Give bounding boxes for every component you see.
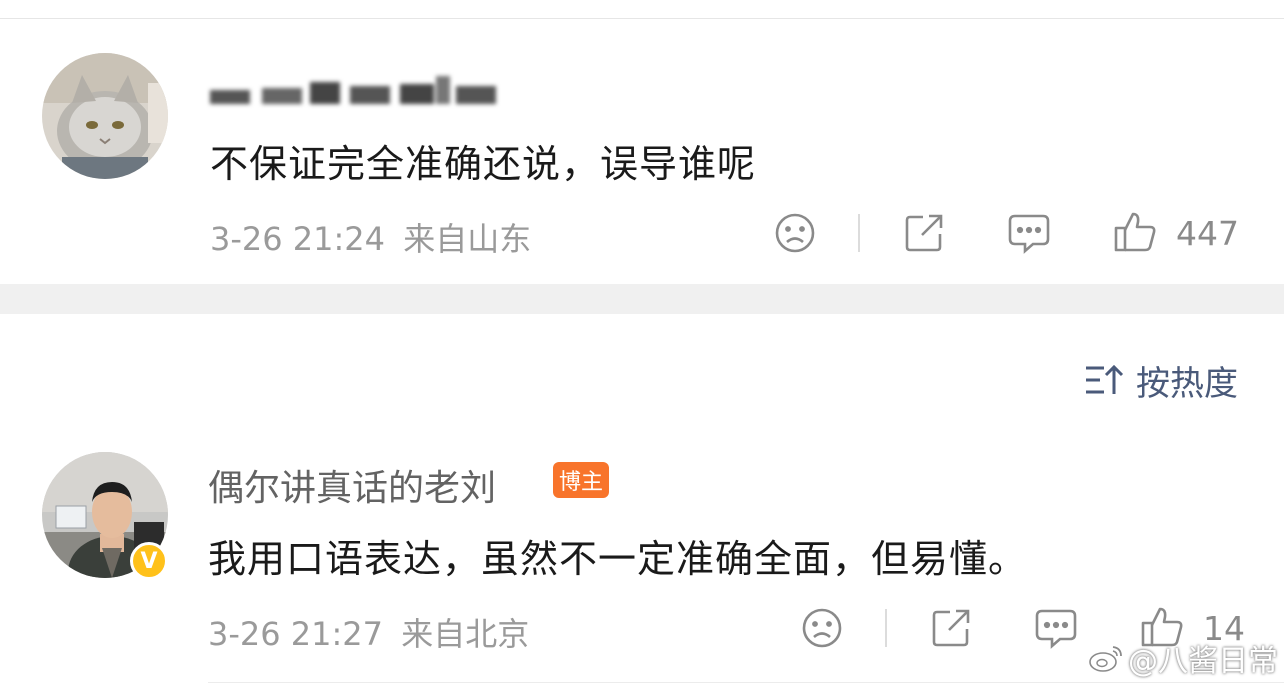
comment-icon[interactable] [1034, 607, 1078, 653]
location: 来自北京 [401, 615, 530, 653]
timestamp: 3-26 21:27 [208, 615, 384, 653]
comment-text: 不保证完全准确还说，误导谁呢 [210, 142, 757, 186]
share-icon[interactable] [930, 607, 972, 653]
username[interactable]: 偶尔讲真话的老刘 [208, 459, 496, 511]
timestamp: 3-26 21:24 [210, 220, 386, 258]
weibo-logo-icon [1089, 646, 1122, 672]
comment-icon[interactable] [1007, 212, 1051, 258]
watermark-text: @八酱日常 [1128, 644, 1278, 679]
username-blurred[interactable] [210, 76, 510, 106]
watermark: @八酱日常 [1088, 636, 1278, 680]
sort-by-hot-button[interactable]: 按热度 [1084, 358, 1238, 404]
location: 来自山东 [403, 220, 532, 258]
top-divider [0, 18, 1284, 19]
cat-avatar-image [42, 53, 168, 179]
avatar[interactable] [42, 53, 168, 179]
sort-label: 按热度 [1136, 363, 1238, 404]
sort-icon [1086, 364, 1124, 394]
comment-meta: 3-26 21:24 来自山东 [210, 214, 531, 260]
bottom-divider [208, 682, 1284, 683]
action-divider [885, 609, 887, 647]
comment-meta: 3-26 21:27 来自北京 [208, 609, 529, 655]
blogger-badge: 博主 [553, 462, 609, 498]
action-divider [858, 214, 860, 252]
section-divider [0, 284, 1284, 314]
comment-text: 我用口语表达，虽然不一定准确全面，但易懂。 [208, 537, 1028, 581]
verified-badge: V [130, 542, 168, 580]
sad-face-icon[interactable] [774, 212, 816, 258]
sad-face-icon[interactable] [801, 607, 843, 653]
thumbs-up-icon[interactable] [1113, 210, 1157, 258]
share-icon[interactable] [903, 212, 945, 258]
like-count: 447 [1176, 214, 1239, 253]
